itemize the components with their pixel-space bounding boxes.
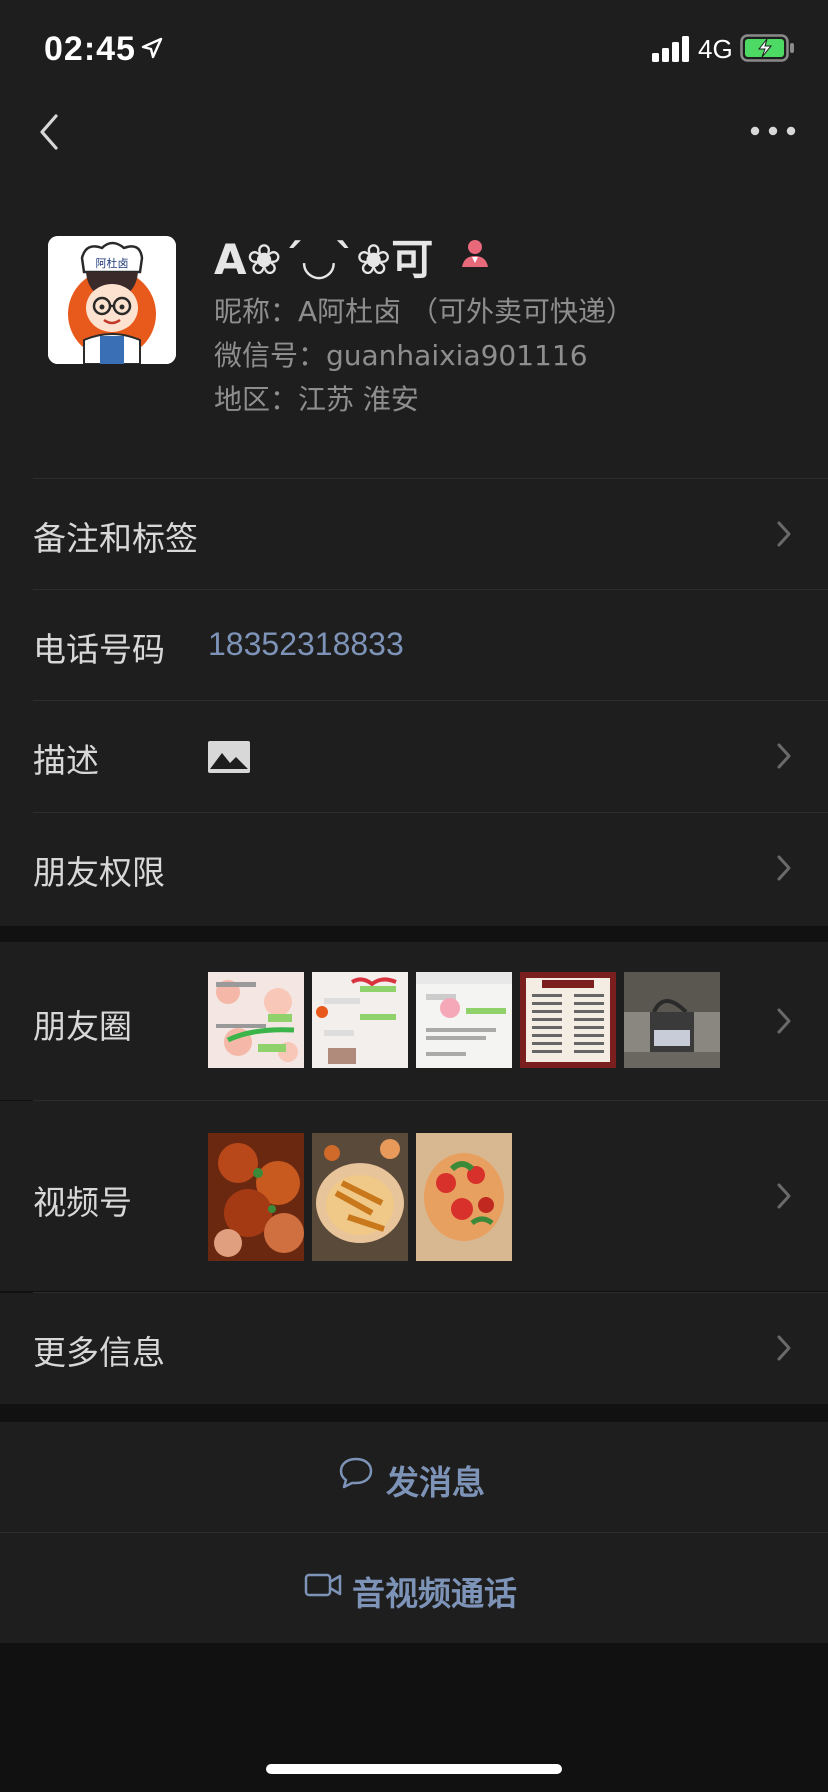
chevron-right-icon	[777, 1183, 791, 1209]
chevron-right-icon	[777, 743, 791, 769]
display-name: A❀ˊ◡ˋ❀可	[214, 235, 434, 284]
battery-charging-icon	[740, 34, 794, 62]
phone-number-link[interactable]: 18352318833	[208, 626, 404, 663]
divider	[33, 1292, 828, 1293]
row-label: 描述	[33, 741, 99, 780]
chevron-right-icon	[777, 1335, 791, 1361]
status-time: 02:45	[44, 30, 136, 68]
row-description[interactable]: 描述	[0, 701, 828, 811]
audio-video-call-label: 音视频通话	[352, 1574, 517, 1613]
row-label: 电话号码	[33, 630, 165, 669]
wechat-id: 微信号：guanhaixia901116	[214, 339, 588, 372]
row-label: 朋友权限	[33, 853, 165, 892]
channels-thumbnail	[208, 1133, 304, 1261]
image-icon	[208, 741, 250, 773]
moments-thumbnail	[312, 972, 408, 1068]
row-phone: 电话号码 18352318833	[0, 590, 828, 700]
chevron-right-icon	[777, 855, 791, 881]
more-dots-icon[interactable]	[748, 118, 798, 144]
moments-thumbnail	[624, 972, 720, 1068]
row-label: 视频号	[33, 1183, 132, 1222]
row-label: 备注和标签	[33, 519, 198, 558]
channels-thumbnail	[312, 1133, 408, 1261]
audio-video-call-button[interactable]: 音视频通话	[0, 1533, 828, 1643]
signal-icon	[652, 36, 689, 62]
send-message-button[interactable]: 发消息	[0, 1422, 828, 1532]
region: 地区：江苏 淮安	[214, 383, 419, 416]
moments-thumbnail	[208, 972, 304, 1068]
female-icon	[462, 240, 488, 267]
row-label: 朋友圈	[33, 1007, 132, 1046]
back-icon[interactable]	[30, 112, 70, 152]
avatar-illustration: 阿杜卤	[48, 236, 176, 364]
home-indicator[interactable]	[266, 1764, 562, 1774]
row-remark-tags[interactable]: 备注和标签	[0, 479, 828, 589]
channels-thumbnail	[416, 1133, 512, 1261]
chevron-right-icon	[777, 521, 791, 547]
location-arrow-icon	[141, 37, 163, 59]
chat-bubble-icon	[339, 1457, 373, 1489]
send-message-label: 发消息	[386, 1463, 485, 1502]
avatar[interactable]: 阿杜卤	[48, 236, 176, 364]
nickname: 昵称：A阿杜卤 （可外卖可快递）	[214, 295, 635, 328]
row-friend-permissions[interactable]: 朋友权限	[0, 813, 828, 923]
status-bar: 02:45 4G	[0, 0, 828, 100]
moments-thumbnail	[520, 972, 616, 1068]
row-moments[interactable]: 朋友圈	[0, 942, 828, 1100]
video-camera-icon	[304, 1573, 342, 1597]
chevron-right-icon	[777, 1008, 791, 1034]
row-channels[interactable]: 视频号	[0, 1101, 828, 1291]
row-more-info[interactable]: 更多信息	[0, 1293, 828, 1404]
network-type: 4G	[698, 34, 733, 64]
divider	[33, 1100, 828, 1101]
moments-thumbnail	[416, 972, 512, 1068]
avatar-text: 阿杜卤	[96, 256, 129, 270]
row-label: 更多信息	[33, 1333, 165, 1372]
